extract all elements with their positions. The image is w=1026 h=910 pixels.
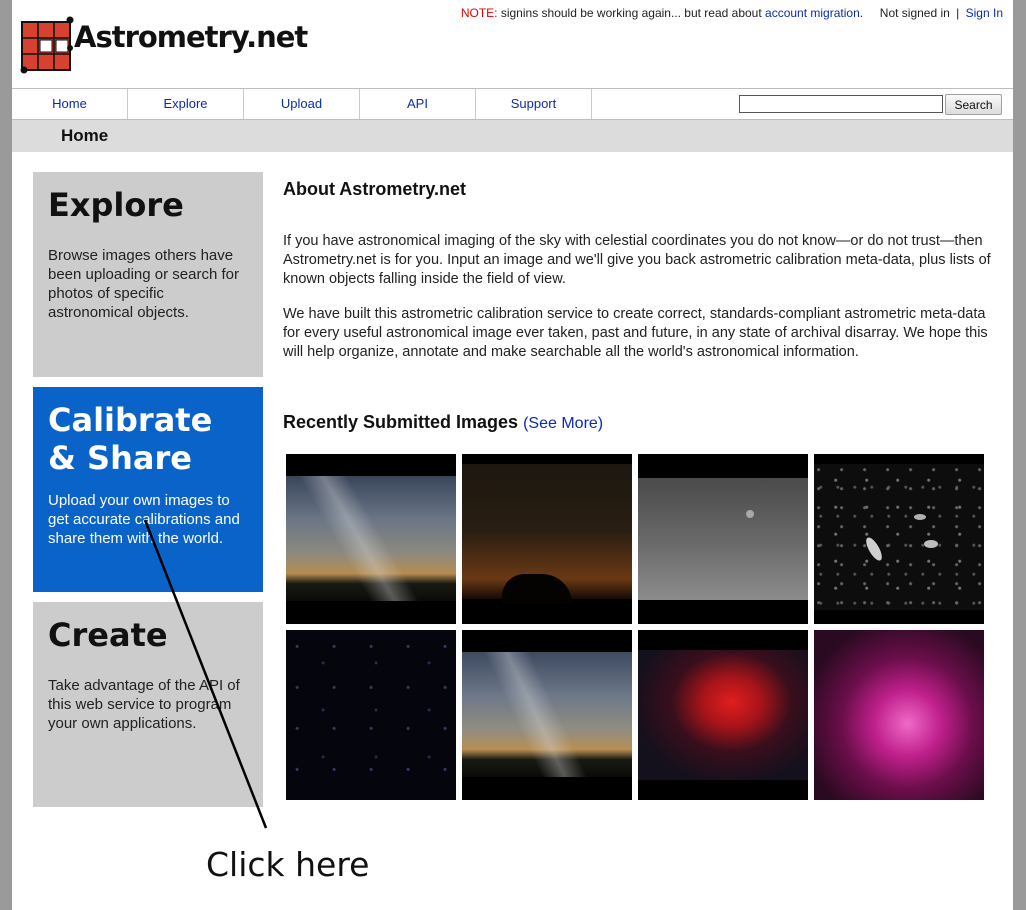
annotation-arrow-icon <box>143 519 268 829</box>
annotation-click-here: Click here <box>206 845 370 884</box>
page: Astrometry.net NOTE: signins should be w… <box>12 0 1013 910</box>
